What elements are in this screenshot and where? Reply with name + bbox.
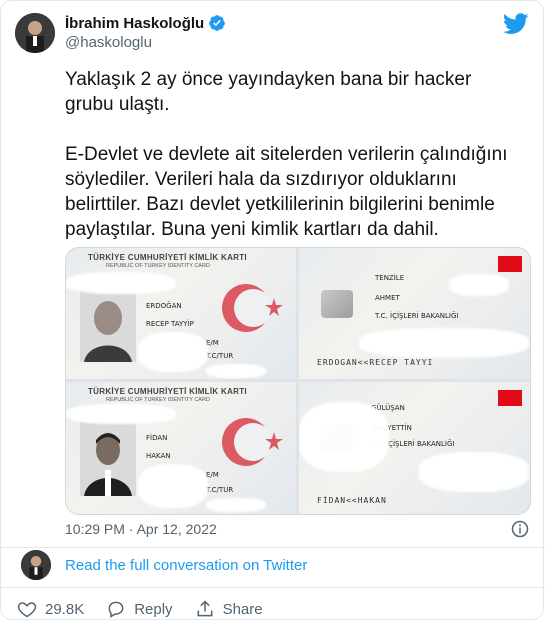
verified-badge-icon [209, 15, 226, 31]
author-name[interactable]: İbrahim Haskoloğlu [65, 15, 204, 32]
read-full-conversation-link[interactable]: Read the full conversation on Twitter [65, 557, 307, 574]
info-icon[interactable] [511, 520, 529, 538]
divider [1, 587, 545, 588]
id-card-title: TÜRKİYE CUMHURİYETİ KİMLİK KARTI [88, 387, 247, 396]
id-card-subtitle: REPUBLIC OF TURKEY IDENTITY CARD [106, 263, 210, 269]
heart-icon [17, 602, 37, 618]
id-given-name: RECEP TAYYİP [146, 320, 194, 328]
id-card-back-image[interactable]: TENZİLE AHMET T.C. İÇİŞLERİ BAKANLIĞI ER… [299, 248, 530, 379]
tweet-media-grid[interactable]: TÜRKİYE CUMHURİYETİ KİMLİK KARTI REPUBLI… [65, 247, 531, 515]
id-surname: FİDAN [146, 434, 168, 442]
tweet-card: İbrahim Haskoloğlu @haskologlu Yaklaşık … [0, 0, 545, 620]
id-card-photo [80, 288, 136, 362]
crescent-star-icon [222, 418, 283, 466]
divider [1, 547, 545, 548]
like-count: 29.8K [45, 600, 85, 618]
id-card-front-image[interactable]: TÜRKİYE CUMHURİYETİ KİMLİK KARTI REPUBLI… [66, 382, 296, 514]
id-given-name: AHMET [375, 294, 400, 302]
flag-icon [498, 256, 522, 272]
like-button[interactable]: 29.8K [17, 599, 84, 619]
flag-icon [498, 390, 522, 406]
author-name-row[interactable]: İbrahim Haskoloğlu [65, 14, 226, 32]
id-surname: ERDOĞAN [146, 302, 182, 310]
id-authority: T.C. İÇİŞLERİ BAKANLIĞI [375, 312, 459, 320]
author-avatar-small[interactable] [21, 550, 51, 580]
id-given-name: HAKAN [146, 452, 171, 460]
reply-label: Reply [134, 600, 173, 618]
id-surname: TENZİLE [375, 274, 405, 282]
id-card-back-image[interactable]: GÜLÜŞAN MUHYETTİN T.C. İÇİŞLERİ BAKANLIĞ… [299, 382, 530, 514]
id-card-subtitle: REPUBLIC OF TURKEY IDENTITY CARD [106, 397, 210, 403]
id-nationality: T.C/TUR [206, 486, 234, 494]
tweet-timestamp[interactable]: 10:29 PM · Apr 12, 2022 [65, 521, 217, 537]
author-handle[interactable]: @haskologlu [65, 34, 152, 51]
id-card-title: TÜRKİYE CUMHURİYETİ KİMLİK KARTI [88, 253, 247, 262]
id-mrz: FİDAN<<HAKAN [317, 496, 387, 505]
id-nationality: T.C/TUR [206, 352, 234, 360]
author-avatar[interactable] [15, 13, 55, 53]
id-sex: E/M [206, 339, 219, 347]
id-sex: E/M [206, 471, 219, 479]
id-card-front-image[interactable]: TÜRKİYE CUMHURİYETİ KİMLİK KARTI REPUBLI… [66, 248, 296, 379]
twitter-logo-icon[interactable] [503, 13, 529, 35]
tweet-text: Yaklaşık 2 ay önce yayındayken bana bir … [65, 67, 525, 267]
share-button[interactable]: Share [195, 599, 263, 619]
share-label: Share [222, 600, 263, 618]
reply-button[interactable]: Reply [106, 599, 173, 619]
share-icon [197, 600, 212, 617]
id-mrz: ERDOGAN<<RECEP TAYYI [317, 358, 434, 367]
crescent-star-icon [222, 284, 283, 332]
tweet-paragraph: Yaklaşık 2 ay önce yayındayken bana bir … [65, 69, 472, 115]
tweet-actions: 29.8K Reply Share [17, 599, 285, 619]
chip-icon [321, 290, 353, 318]
reply-icon [108, 601, 124, 618]
tweet-paragraph: E-Devlet ve devlete ait sitelerden veril… [65, 144, 508, 240]
id-card-photo [80, 422, 136, 496]
